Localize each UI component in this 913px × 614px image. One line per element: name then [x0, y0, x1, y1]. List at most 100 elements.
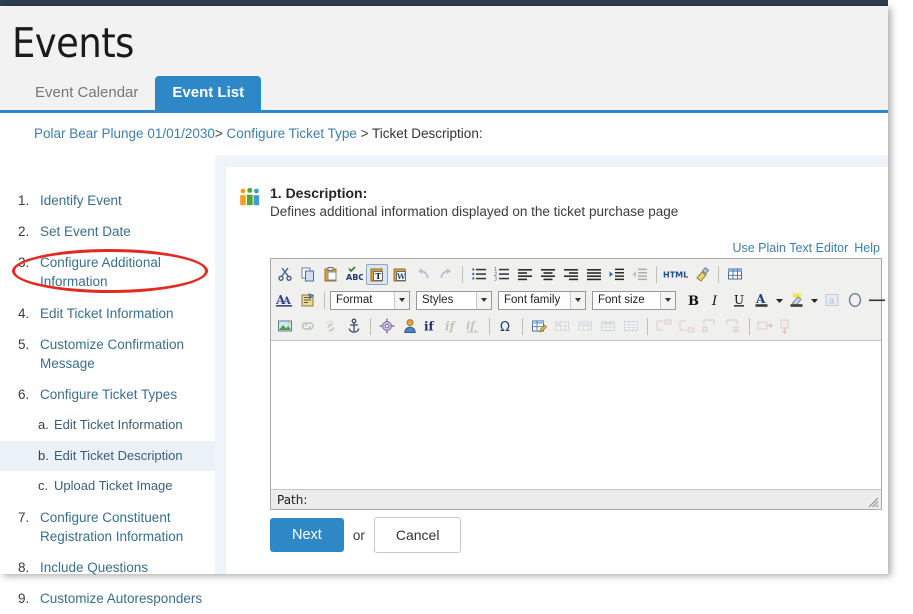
sidebar-item-number: a. [38, 417, 49, 433]
bold-icon[interactable]: B [682, 290, 704, 311]
highlight-color-icon[interactable] [786, 290, 808, 311]
sidebar-item-customize-autoresponders[interactable]: 9. Customize Autoresponders [0, 583, 215, 614]
copy-icon[interactable] [297, 264, 319, 285]
chevron-down-icon [394, 291, 409, 309]
use-plain-text-editor-link[interactable]: Use Plain Text Editor [732, 241, 848, 255]
delete-row-icon[interactable] [755, 316, 775, 337]
merge-field-edit-icon[interactable]: if [443, 316, 463, 337]
sidebar-item-customize-confirmation-message[interactable]: 5. Customize Confirmation Message [0, 329, 215, 379]
table-cell-props-icon[interactable] [551, 316, 573, 337]
sidebar-item-configure-constituent-registration-information[interactable]: 7. Configure Constituent Registration In… [0, 502, 215, 552]
advanced-settings-icon[interactable] [376, 316, 398, 337]
insert-person-icon[interactable] [399, 316, 421, 337]
html-source-icon[interactable]: HTML [662, 264, 690, 285]
people-group-icon [240, 187, 260, 206]
sidebar-subitem-edit-ticket-description[interactable]: b. Edit Ticket Description [0, 440, 215, 472]
format-select[interactable]: Format [330, 290, 410, 310]
sidebar-item-identify-event[interactable]: 1. Identify Event [0, 185, 215, 216]
align-right-icon[interactable] [560, 264, 582, 285]
indent-icon[interactable] [606, 264, 628, 285]
svg-text:3: 3 [494, 277, 497, 283]
toolbar-separator [656, 265, 657, 283]
toolbar-separator [749, 317, 750, 335]
edit-css-style-icon[interactable] [297, 290, 319, 311]
spellcheck-icon[interactable]: ABC [343, 264, 365, 285]
font-color-styles-icon[interactable]: A A [274, 290, 296, 311]
sidebar-item-label: Edit Ticket Information [54, 417, 183, 433]
next-button[interactable]: Next [270, 518, 344, 552]
breadcrumb-link-configure-ticket-type[interactable]: Configure Ticket Type [227, 126, 357, 141]
sidebar-item-configure-additional-information[interactable]: 3. Configure Additional Information [0, 247, 215, 297]
outdent-icon[interactable] [629, 264, 651, 285]
sidebar-nav: 1. Identify Event 2. Set Event Date 3. C… [0, 155, 215, 606]
align-justify-icon[interactable] [583, 264, 605, 285]
underline-icon[interactable]: U [728, 290, 750, 311]
font-family-select[interactable]: Font family [498, 290, 586, 310]
insert-variable-icon[interactable]: a [821, 290, 843, 311]
cut-icon[interactable] [274, 264, 296, 285]
sidebar-item-label: Configure Ticket Types [40, 387, 178, 403]
editor-wrapper: Use Plain Text Editor Help ABC T W 1 2 3… [270, 241, 885, 510]
styles-select[interactable]: Styles [416, 290, 492, 310]
sidebar-item-label: Customize Autoresponders [40, 591, 203, 607]
special-character-icon[interactable]: Ω [495, 316, 517, 337]
svg-text:W: W [396, 272, 406, 281]
font-size-select[interactable]: Font size [592, 290, 676, 310]
editor-content-area[interactable] [271, 341, 881, 489]
tab-event-calendar[interactable]: Event Calendar [18, 76, 155, 110]
numbered-list-icon[interactable]: 1 2 3 [491, 264, 513, 285]
chevron-down-icon [570, 291, 585, 309]
editor-resize-handle[interactable] [866, 495, 879, 508]
insert-table-icon[interactable] [724, 264, 746, 285]
edit-table-properties-icon[interactable] [528, 316, 550, 337]
merge-field-insert-icon[interactable]: if [464, 316, 484, 337]
insert-image-icon[interactable] [274, 316, 296, 337]
align-center-icon[interactable] [537, 264, 559, 285]
sidebar-item-number: 6. [18, 387, 30, 403]
sidebar-item-label: Set Event Date [40, 224, 131, 240]
sidebar-item-edit-ticket-information[interactable]: 4. Edit Ticket Information [0, 298, 215, 329]
table-row-props-icon[interactable] [620, 316, 642, 337]
unlink-icon[interactable] [320, 316, 342, 337]
svg-text:if: if [445, 320, 457, 334]
breadcrumb-link-event[interactable]: Polar Bear Plunge 01/01/2030 [34, 126, 215, 141]
text-color-icon[interactable]: A [751, 290, 773, 311]
paste-as-text-icon[interactable]: T [366, 263, 388, 285]
merge-cells-icon[interactable] [574, 316, 596, 337]
split-cells-icon[interactable] [597, 316, 619, 337]
sidebar-item-label: Edit Ticket Information [40, 305, 174, 321]
clean-formatting-icon[interactable] [691, 264, 713, 285]
anchor-icon[interactable] [343, 316, 365, 337]
tab-event-list[interactable]: Event List [155, 76, 262, 110]
sidebar-item-include-questions[interactable]: 8. Include Questions [0, 552, 215, 583]
insert-link-icon[interactable] [297, 316, 319, 337]
remove-format-icon[interactable] [844, 290, 866, 311]
insert-row-before-icon[interactable] [653, 316, 675, 337]
italic-icon[interactable]: I [705, 290, 727, 311]
redo-icon[interactable] [435, 264, 457, 285]
insert-row-after-icon[interactable] [676, 316, 698, 337]
sidebar-item-number: 2. [18, 224, 30, 240]
align-left-icon[interactable] [514, 264, 536, 285]
insert-col-after-icon[interactable] [722, 316, 744, 337]
sidebar-subitem-edit-ticket-information[interactable]: a. Edit Ticket Information [0, 410, 215, 440]
merge-field-icon[interactable]: if [422, 316, 442, 337]
insert-col-before-icon[interactable] [699, 316, 721, 337]
sidebar-item-configure-ticket-types[interactable]: 6. Configure Ticket Types [0, 379, 215, 410]
svg-text:U: U [734, 293, 744, 307]
sidebar-item-set-event-date[interactable]: 2. Set Event Date [0, 216, 215, 247]
paste-icon[interactable] [320, 264, 342, 285]
cancel-button[interactable]: Cancel [373, 517, 462, 553]
bullet-list-icon[interactable] [468, 264, 490, 285]
undo-icon[interactable] [412, 264, 434, 285]
sidebar-subitem-upload-ticket-image[interactable]: c. Upload Ticket Image [0, 471, 215, 501]
horizontal-rule-icon[interactable] [867, 290, 887, 311]
delete-col-icon[interactable] [776, 316, 796, 337]
svg-text:Ω: Ω [500, 320, 510, 334]
highlight-color-dropdown-icon[interactable] [809, 290, 820, 311]
text-color-dropdown-icon[interactable] [774, 290, 785, 311]
help-link[interactable]: Help [854, 241, 880, 255]
svg-text:HTML: HTML [663, 271, 688, 280]
paste-from-word-icon[interactable]: W [389, 264, 411, 285]
svg-text:a: a [829, 297, 835, 307]
